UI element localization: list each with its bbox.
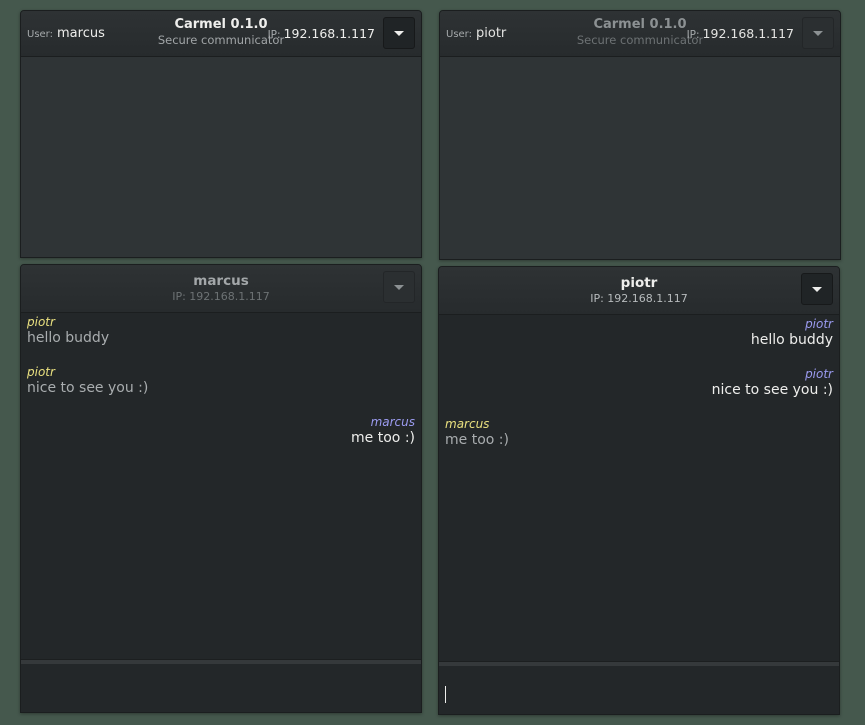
header-bar: User: piotr Carmel 0.1.0 Secure communica… — [440, 11, 840, 57]
chat-window-piotr: piotr IP: 192.168.1.117 piotr hello budd… — [438, 266, 840, 715]
message-list: piotr hello buddy piotr nice to see you … — [21, 313, 421, 660]
message-text: nice to see you :) — [27, 380, 149, 396]
ip-label: IP: — [686, 29, 700, 41]
main-window-piotr: User: piotr Carmel 0.1.0 Secure communica… — [439, 10, 841, 260]
message-sender: marcus — [445, 417, 490, 431]
message-sender: piotr — [27, 315, 55, 329]
message-text: me too :) — [351, 430, 415, 446]
chat-contact-name: marcus — [193, 273, 249, 289]
message-text: hello buddy — [750, 332, 833, 348]
message-sender: piotr — [805, 317, 833, 331]
message-item: marcus me too :) — [445, 417, 833, 449]
chevron-down-icon — [394, 30, 404, 36]
ip-info: IP: 192.168.1.117 — [268, 26, 375, 41]
message-text: me too :) — [445, 432, 509, 448]
chat-menu-button[interactable] — [383, 271, 415, 303]
message-input[interactable] — [21, 664, 421, 712]
message-item: piotr hello buddy — [445, 317, 833, 349]
chat-menu-button[interactable] — [801, 273, 833, 305]
message-sender: marcus — [370, 415, 415, 429]
user-value: piotr — [476, 26, 507, 41]
user-label: User: — [27, 29, 53, 40]
chat-contact-name: piotr — [620, 275, 658, 291]
message-text: hello buddy — [27, 330, 110, 346]
menu-button[interactable] — [802, 17, 834, 49]
message-sender: piotr — [805, 367, 833, 381]
message-list: piotr hello buddy piotr nice to see you … — [439, 315, 839, 662]
message-sender: piotr — [27, 365, 55, 379]
chat-header-bar: marcus IP: 192.168.1.117 — [21, 265, 421, 313]
message-item: piotr nice to see you :) — [27, 365, 415, 397]
chat-header-bar: piotr IP: 192.168.1.117 — [439, 267, 839, 315]
user-value: marcus — [57, 26, 105, 41]
chevron-down-icon — [812, 286, 822, 292]
user-info: User: piotr — [446, 26, 506, 41]
user-label: User: — [446, 29, 472, 40]
main-window-marcus: User: marcus Carmel 0.1.0 Secure communic… — [20, 10, 422, 258]
text-cursor — [445, 686, 446, 703]
message-item: marcus me too :) — [27, 415, 415, 447]
header-bar: User: marcus Carmel 0.1.0 Secure communic… — [21, 11, 421, 57]
user-info: User: marcus — [27, 26, 105, 41]
message-text: nice to see you :) — [711, 382, 833, 398]
chevron-down-icon — [394, 284, 404, 290]
chat-contact-ip: IP: 192.168.1.117 — [590, 292, 688, 305]
contacts-area — [440, 57, 840, 259]
chat-contact-ip: IP: 192.168.1.117 — [172, 290, 270, 303]
message-item: piotr nice to see you :) — [445, 367, 833, 399]
ip-value: 192.168.1.117 — [702, 26, 794, 41]
ip-info: IP: 192.168.1.117 — [687, 26, 794, 41]
chat-title-block: piotr IP: 192.168.1.117 — [439, 275, 839, 306]
message-item: piotr hello buddy — [27, 315, 415, 347]
chat-title-block: marcus IP: 192.168.1.117 — [21, 273, 421, 304]
chat-window-marcus: marcus IP: 192.168.1.117 piotr hello bud… — [20, 264, 422, 713]
menu-button[interactable] — [383, 17, 415, 49]
ip-value: 192.168.1.117 — [283, 26, 375, 41]
ip-label: IP: — [267, 29, 281, 41]
message-input[interactable] — [439, 666, 839, 714]
chevron-down-icon — [813, 30, 823, 36]
contacts-area — [21, 57, 421, 257]
